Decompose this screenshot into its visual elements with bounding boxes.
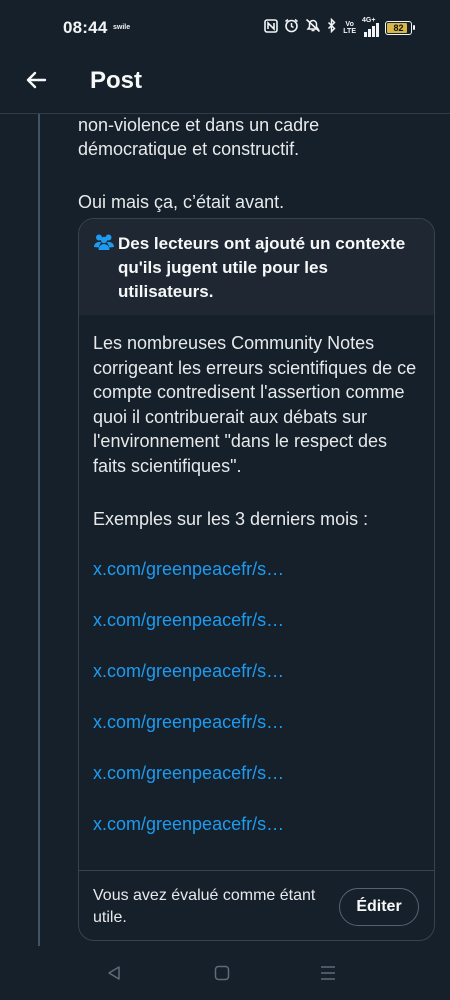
- examples-label: Exemples sur les 3 derniers mois :: [93, 509, 369, 529]
- back-button[interactable]: [20, 64, 52, 96]
- community-note: Des lecteurs ont ajouté un contexte qu'i…: [78, 218, 435, 941]
- thread-line: [38, 114, 40, 946]
- note-link[interactable]: x.com/greenpeacefr/s…: [93, 814, 423, 865]
- note-link[interactable]: x.com/greenpeacefr/s…: [93, 610, 423, 661]
- post-text: non-violence et dans un cadre démocratiq…: [78, 113, 418, 214]
- note-link[interactable]: x.com/greenpeacefr/s…: [93, 559, 423, 610]
- volte-bottom-label: LTE: [343, 28, 356, 35]
- arrow-left-icon: [26, 71, 47, 89]
- community-note-title: Des lecteurs ont ajouté un contexte qu'i…: [118, 234, 406, 301]
- edit-rating-button[interactable]: Éditer: [339, 888, 419, 926]
- note-divider: [79, 870, 434, 871]
- nav-home-icon: [214, 965, 230, 981]
- network-type: 4G+: [362, 17, 376, 24]
- community-note-header: Des lecteurs ont ajouté un contexte qu'i…: [79, 219, 434, 315]
- status-icons: Vo LTE 4G+ 82: [264, 17, 415, 38]
- post-line: Oui mais ça, c’était avant.: [78, 192, 285, 212]
- system-nav-bar: [0, 946, 450, 1000]
- note-links: x.com/greenpeacefr/s… x.com/greenpeacefr…: [93, 559, 423, 865]
- bluetooth-icon: [327, 17, 337, 38]
- nav-recents-icon: [321, 966, 335, 980]
- signal-icon: 4G+: [362, 17, 379, 37]
- nfc-icon: [264, 18, 279, 38]
- page-title: Post: [90, 67, 143, 94]
- volte-top-label: Vo: [345, 21, 354, 28]
- status-time: 08:44: [63, 18, 108, 37]
- nav-back-icon: [108, 966, 120, 980]
- rating-status: Vous avez évalué comme étant utile.: [93, 887, 316, 926]
- volte-icon: Vo LTE: [343, 21, 356, 35]
- alarm-icon: [284, 18, 299, 38]
- battery-icon: 82: [385, 21, 415, 35]
- note-link[interactable]: x.com/greenpeacefr/s…: [93, 763, 423, 814]
- nav-back-button[interactable]: [102, 961, 126, 985]
- top-bar: Post: [0, 56, 450, 112]
- post-line: démocratique et constructif.: [78, 139, 300, 159]
- note-link[interactable]: x.com/greenpeacefr/s…: [93, 661, 423, 712]
- status-carrier: swile: [113, 24, 131, 31]
- community-note-body: Les nombreuses Community Notes corrigean…: [93, 333, 417, 476]
- status-bar: 08:44 swile Vo LTE 4G+ 82: [0, 0, 450, 56]
- nav-recents-button[interactable]: [316, 961, 340, 985]
- post-line: non-violence et dans un cadre: [78, 115, 320, 135]
- people-icon: [94, 234, 114, 250]
- app-screen: 08:44 swile Vo LTE 4G+ 82 Post non-viole…: [0, 0, 450, 1000]
- note-link[interactable]: x.com/greenpeacefr/s…: [93, 712, 423, 763]
- nav-home-button[interactable]: [210, 961, 234, 985]
- mute-icon: [305, 18, 321, 38]
- battery-level: 82: [393, 23, 404, 33]
